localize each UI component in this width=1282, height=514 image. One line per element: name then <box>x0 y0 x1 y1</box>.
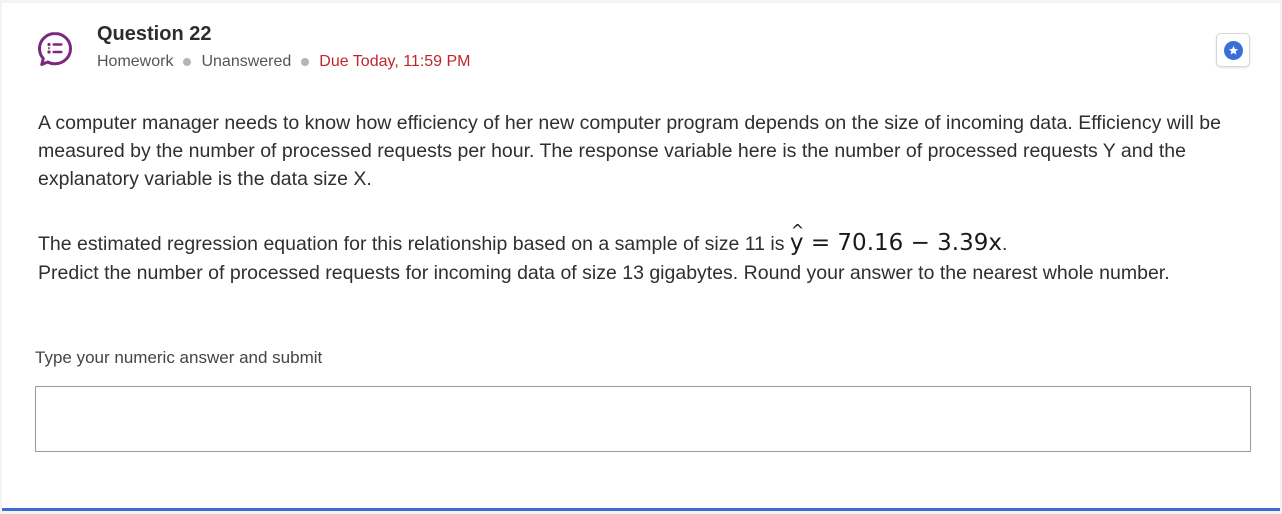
regression-prefix: The estimated regression equation for th… <box>38 233 785 255</box>
assignment-type: Homework <box>97 53 174 70</box>
regression-equation: = 70.16 − 3.39x <box>803 230 1002 256</box>
question-text: A computer manager needs to know how eff… <box>38 109 1253 193</box>
question-text-part2: The estimated regression equation for th… <box>38 221 1253 288</box>
y-hat-symbol: ^ y <box>789 221 805 256</box>
numeric-answer-input[interactable] <box>35 386 1251 452</box>
question-title: Question 22 <box>97 23 212 45</box>
equation-period: . <box>1002 233 1008 255</box>
due-date: Due Today, 11:59 PM <box>319 53 471 70</box>
answer-prompt-label: Type your numeric answer and submit <box>35 348 323 367</box>
separator-dot <box>183 58 192 66</box>
question-card: Question 22 Homework Unanswered Due Toda… <box>2 3 1280 511</box>
chat-list-icon <box>37 31 73 67</box>
separator-dot <box>301 58 310 66</box>
answer-status: Unanswered <box>201 53 292 70</box>
question-meta: Homework Unanswered Due Today, 11:59 PM <box>97 53 471 71</box>
bookmark-button[interactable] <box>1216 33 1250 67</box>
star-icon <box>1223 40 1243 60</box>
question-paragraph: A computer manager needs to know how eff… <box>38 112 1221 190</box>
prediction-paragraph: Predict the number of processed requests… <box>38 262 1170 284</box>
regression-paragraph: The estimated regression equation for th… <box>38 221 1253 259</box>
